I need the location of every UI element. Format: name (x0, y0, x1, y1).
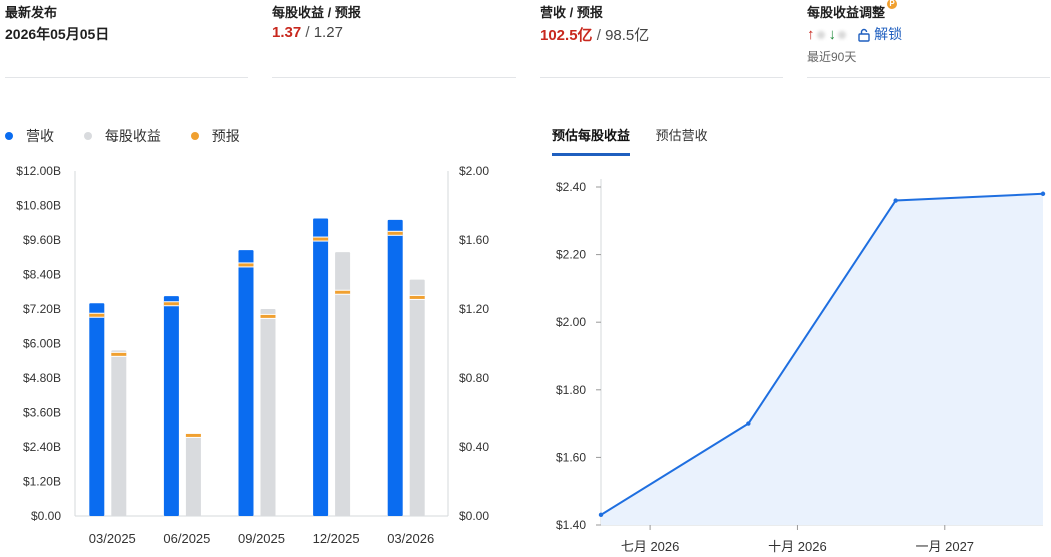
right-tick-label: $1.20 (459, 302, 489, 316)
data-point (746, 421, 751, 426)
y-tick-label: $1.40 (556, 518, 586, 532)
eps-bar (185, 434, 201, 516)
area-fill (601, 193, 1043, 525)
legend-dot (83, 132, 92, 140)
eps-values: 1.37 / 1.27 (272, 24, 343, 41)
data-point (893, 198, 898, 203)
category-label: 06/2025 (163, 531, 210, 546)
tab-estimated-eps[interactable]: 预估每股收益 (552, 125, 631, 156)
estimate-tabs: 预估每股收益 预估营收 (552, 125, 730, 156)
revenue-forecast-marker (313, 237, 329, 241)
stat-label: 营收 / 预报 (540, 5, 603, 20)
revenue-forecast-marker (163, 302, 179, 306)
revenue-bar (89, 303, 105, 516)
eps-bar (111, 350, 127, 516)
legend-item-eps[interactable]: 每股收益 (83, 126, 161, 146)
legend-dot (5, 132, 13, 140)
left-tick-label: $1.20B (23, 475, 61, 489)
legend-item-forecast[interactable]: 预报 (190, 126, 240, 146)
data-point (598, 512, 604, 518)
category-label: 09/2025 (238, 531, 285, 546)
y-tick-label: $2.00 (556, 315, 586, 329)
pro-badge-icon: P (887, 0, 898, 9)
x-tick-label: 一月 2027 (916, 539, 975, 554)
left-tick-label: $6.00B (23, 337, 61, 351)
category-label: 03/2025 (89, 531, 136, 546)
right-tick-label: $0.80 (459, 371, 489, 385)
revenue-bar (387, 219, 403, 516)
blurred-value (838, 31, 846, 40)
revenue-bar (163, 296, 179, 516)
eps-forecast-marker (260, 314, 276, 318)
stat-latest-release: 最新发布 2026年05月05日 (5, 0, 248, 78)
right-tick-label: $0.00 (459, 509, 489, 523)
stat-label: 每股收益 / 预报 (272, 5, 361, 20)
unlock-label: 解锁 (874, 26, 903, 42)
tab-estimated-revenue[interactable]: 预估营收 (656, 125, 708, 153)
revenue-forecast-marker (89, 313, 105, 317)
earnings-bar-chart: $0.00 $1.20B $2.40B $3.60B $4.80B $6.00B $7.20… (16, 164, 489, 546)
revenue-bar (313, 218, 329, 516)
revisions-values: ↑ ↓ 解锁 (807, 24, 902, 44)
revenue-bar (238, 250, 254, 516)
stat-label: 每股收益调整P (807, 0, 898, 21)
arrow-up-icon: ↑ (807, 26, 815, 43)
left-tick-label: $4.80B (23, 371, 61, 385)
right-tick-label: $2.00 (459, 164, 489, 178)
right-tick-label: $1.60 (459, 233, 489, 247)
eps-estimate-line-chart: $1.40 $1.60 $1.80 $2.00 $2.20 $2.40 七月 2026 十月 … (556, 179, 1046, 554)
revenue-values: 102.5亿 / 98.5亿 (540, 24, 649, 45)
category-label: 12/2025 (313, 531, 360, 546)
left-tick-label: $9.60B (23, 233, 61, 247)
left-tick-label: $10.80B (16, 199, 61, 213)
revenue-estimate: 98.5亿 (605, 27, 650, 44)
y-tick-label: $2.40 (556, 180, 586, 194)
legend-label: 营收 (26, 128, 54, 144)
category-label: 03/2026 (387, 531, 434, 546)
release-date: 2026年05月05日 (5, 26, 110, 42)
revenue-separator: / (592, 27, 606, 44)
eps-forecast-marker (409, 295, 425, 299)
revenue-forecast-marker (387, 231, 403, 235)
left-tick-label: $8.40B (23, 268, 61, 282)
left-tick-label: $12.00B (16, 164, 61, 178)
data-point (1040, 191, 1046, 196)
eps-forecast-marker (111, 352, 127, 356)
revenue-forecast-marker (238, 263, 254, 267)
stat-label: 最新发布 (5, 5, 58, 20)
legend-label: 每股收益 (104, 128, 161, 144)
left-tick-label: $7.20B (23, 302, 61, 316)
stat-eps-revisions: 每股收益调整P ↑ ↓ 解锁 最近90天 (807, 0, 1050, 78)
right-tick-label: $0.40 (459, 440, 489, 454)
legend-dot (190, 132, 199, 140)
stat-revenue: 营收 / 预报 102.5亿 / 98.5亿 (540, 0, 783, 78)
legend-item-revenue[interactable]: 营收 (5, 126, 54, 146)
revenue-actual: 102.5亿 (540, 27, 593, 44)
left-tick-label: $2.40B (23, 440, 61, 454)
eps-estimate: 1.27 (313, 24, 343, 41)
left-tick-label: $0.00 (31, 509, 61, 523)
revisions-period: 最近90天 (807, 50, 857, 64)
left-tick-label: $3.60B (23, 406, 61, 420)
y-tick-label: $2.20 (556, 248, 586, 262)
blurred-value (816, 31, 825, 40)
unlock-button[interactable]: 解锁 (858, 26, 902, 42)
eps-forecast-marker (185, 433, 201, 437)
bar-chart-legend: 营收 每股收益 预报 (5, 126, 266, 146)
legend-label: 预报 (211, 128, 240, 144)
x-tick-label: 十月 2026 (768, 539, 827, 554)
eps-actual: 1.37 (272, 24, 302, 41)
stat-eps: 每股收益 / 预报 1.37 / 1.27 (272, 0, 516, 78)
lock-icon (858, 29, 870, 42)
eps-bar (409, 279, 425, 516)
y-tick-label: $1.60 (556, 450, 586, 464)
x-tick-label: 七月 2026 (621, 539, 680, 554)
eps-separator: / (301, 24, 314, 41)
y-tick-label: $1.80 (556, 383, 586, 397)
revisions-label: 每股收益调整 (807, 5, 886, 20)
arrow-down-icon: ↓ (828, 26, 837, 43)
eps-forecast-marker (335, 290, 351, 294)
eps-bar (260, 309, 276, 516)
